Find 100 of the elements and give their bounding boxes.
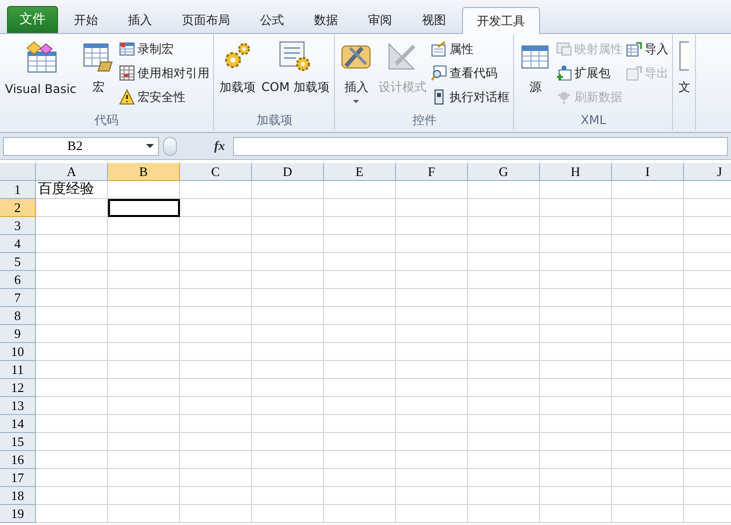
table-cell[interactable] [540, 451, 612, 469]
table-cell[interactable] [252, 253, 324, 271]
table-cell[interactable] [108, 505, 180, 523]
ribbon-small-button[interactable]: 查看代码 [430, 61, 510, 85]
table-cell[interactable] [252, 343, 324, 361]
table-cell[interactable] [180, 415, 252, 433]
ribbon-tab[interactable]: 公式 [246, 6, 298, 33]
row-header[interactable]: 8 [0, 307, 36, 325]
table-cell[interactable] [612, 343, 684, 361]
table-cell[interactable] [108, 397, 180, 415]
table-cell[interactable] [540, 235, 612, 253]
table-cell[interactable] [180, 325, 252, 343]
ribbon-tab[interactable]: 开始 [60, 6, 112, 33]
table-cell[interactable] [180, 397, 252, 415]
table-cell[interactable] [36, 325, 108, 343]
table-cell[interactable] [36, 199, 108, 217]
table-cell[interactable] [252, 181, 324, 199]
column-header[interactable]: I [612, 163, 684, 181]
column-header[interactable]: H [540, 163, 612, 181]
table-cell[interactable] [180, 181, 252, 199]
table-cell[interactable] [36, 469, 108, 487]
row-header[interactable]: 14 [0, 415, 36, 433]
table-cell[interactable] [612, 361, 684, 379]
table-cell[interactable] [468, 505, 540, 523]
column-header[interactable]: D [252, 163, 324, 181]
table-cell[interactable] [252, 451, 324, 469]
file-tab[interactable]: 文件 [7, 6, 58, 33]
ribbon-small-button[interactable]: 使用相对引用 [118, 61, 210, 85]
table-cell[interactable] [36, 415, 108, 433]
table-cell[interactable] [324, 307, 396, 325]
ribbon-large-button[interactable]: 加载项 [217, 34, 258, 112]
table-cell[interactable] [396, 199, 468, 217]
table-cell[interactable] [468, 199, 540, 217]
ribbon-small-button[interactable]: 录制宏 [118, 37, 210, 61]
table-cell[interactable] [252, 397, 324, 415]
name-box[interactable]: B2 [3, 136, 159, 156]
table-cell[interactable] [180, 505, 252, 523]
select-all-corner[interactable] [0, 163, 36, 181]
table-cell[interactable] [468, 451, 540, 469]
table-cell[interactable] [324, 217, 396, 235]
table-cell[interactable] [36, 235, 108, 253]
ribbon-tab[interactable]: 数据 [300, 6, 352, 33]
row-header[interactable]: 10 [0, 343, 36, 361]
table-cell[interactable] [396, 343, 468, 361]
table-cell[interactable] [252, 289, 324, 307]
table-cell[interactable] [468, 253, 540, 271]
table-cell[interactable] [396, 487, 468, 505]
table-cell[interactable] [612, 433, 684, 451]
table-cell[interactable] [468, 271, 540, 289]
table-cell[interactable] [468, 217, 540, 235]
table-cell[interactable] [612, 199, 684, 217]
table-cell[interactable] [180, 361, 252, 379]
column-header[interactable]: B [108, 163, 180, 181]
table-cell[interactable] [252, 325, 324, 343]
table-cell[interactable] [612, 487, 684, 505]
row-header[interactable]: 3 [0, 217, 36, 235]
table-cell[interactable] [252, 379, 324, 397]
table-cell[interactable] [468, 379, 540, 397]
ribbon-tab[interactable]: 页面布局 [168, 6, 244, 33]
ribbon-tab[interactable]: 审阅 [354, 6, 406, 33]
table-cell[interactable] [252, 235, 324, 253]
table-cell[interactable] [612, 271, 684, 289]
table-cell[interactable] [540, 253, 612, 271]
table-cell[interactable] [180, 253, 252, 271]
table-cell[interactable] [180, 487, 252, 505]
table-cell[interactable]: 百度经验 [36, 181, 108, 199]
row-header[interactable]: 12 [0, 379, 36, 397]
table-cell[interactable] [36, 397, 108, 415]
row-header[interactable]: 2 [0, 199, 36, 217]
table-cell[interactable] [612, 289, 684, 307]
table-cell[interactable] [252, 505, 324, 523]
row-header[interactable]: 19 [0, 505, 36, 523]
table-cell[interactable] [324, 289, 396, 307]
table-cell[interactable] [540, 469, 612, 487]
ribbon-large-button[interactable]: 源 [517, 34, 554, 112]
table-cell[interactable] [468, 325, 540, 343]
table-cell[interactable] [324, 451, 396, 469]
table-cell[interactable] [612, 253, 684, 271]
table-cell[interactable] [252, 361, 324, 379]
row-header[interactable]: 17 [0, 469, 36, 487]
table-cell[interactable] [396, 361, 468, 379]
ribbon-tab[interactable]: 开发工具 [462, 7, 540, 34]
table-cell[interactable] [324, 433, 396, 451]
column-header[interactable]: C [180, 163, 252, 181]
column-header[interactable]: A [36, 163, 108, 181]
table-cell[interactable] [468, 397, 540, 415]
table-cell[interactable] [468, 433, 540, 451]
table-cell[interactable] [36, 271, 108, 289]
ribbon-small-button[interactable]: 扩展包 [555, 61, 624, 85]
table-cell[interactable] [108, 235, 180, 253]
table-cell[interactable] [540, 487, 612, 505]
ribbon-tab[interactable]: 视图 [408, 6, 460, 33]
ribbon-small-button[interactable]: 属性 [430, 37, 510, 61]
table-cell[interactable] [540, 307, 612, 325]
table-cell[interactable] [324, 235, 396, 253]
ribbon-large-button[interactable]: COM 加载项 [259, 34, 332, 112]
table-cell[interactable] [324, 469, 396, 487]
table-cell[interactable] [252, 433, 324, 451]
ribbon-small-button[interactable]: 执行对话框 [430, 85, 510, 109]
table-cell[interactable] [180, 271, 252, 289]
